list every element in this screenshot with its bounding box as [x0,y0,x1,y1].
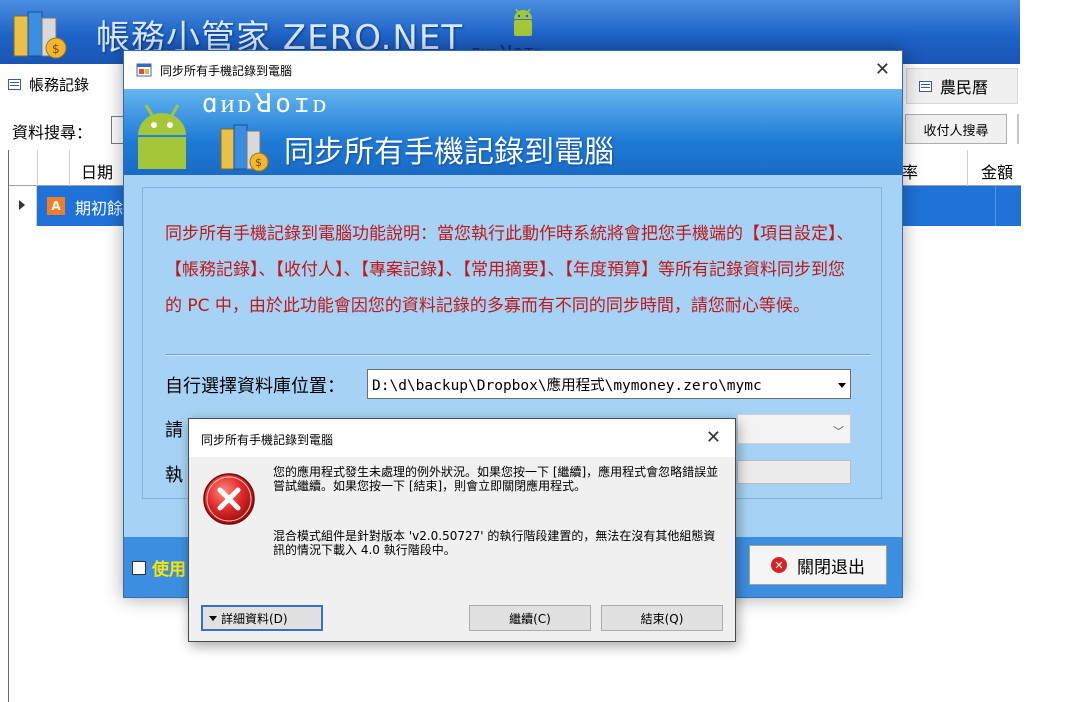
svg-text:$: $ [52,42,60,56]
books-logo-icon: $ [220,124,269,172]
execution-label: 執 [165,465,183,486]
row-type-badge: A [47,197,65,215]
error-dialog-titlebar[interactable]: 同步所有手機記錄到電腦 ✕ [189,419,735,457]
db-location-label: 自行選擇資料庫位置： [165,376,345,397]
android-icon [514,8,532,36]
db-path-value: D:\d\backup\Dropbox\應用程式\mymoney.zero\my… [372,377,762,394]
close-exit-button[interactable]: ✕ 關閉退出 [749,545,887,585]
sync-description: 同步所有手機記錄到電腦功能說明：當您執行此動作時系統將會把您手機端的【項目設定】… [165,224,854,316]
error-dialog-title: 同步所有手機記錄到電腦 [201,433,334,447]
column-divider [69,150,70,186]
db-location-combobox[interactable]: D:\d\backup\Dropbox\應用程式\mymoney.zero\my… [367,369,851,399]
error-message-detail: 混合模式組件是針對版本 'v2.0.50727' 的執行階段建置的，無法在沒有其… [273,529,716,557]
use-checkbox-label: 使用 [152,560,186,580]
close-icon[interactable]: ✕ [706,427,721,448]
divider [165,354,871,356]
table-icon [919,80,932,92]
chevron-down-icon [209,615,217,621]
android-robot-icon [138,104,186,169]
sync-dialog-title: 同步所有手機記錄到電腦 [160,63,293,78]
dropdown-arrow-icon[interactable] [838,383,846,388]
column-divider [995,186,996,226]
sync-dialog-titlebar[interactable]: 同步所有手機記錄到電腦 ✕ [124,51,902,89]
search-label: 資料搜尋： [12,123,93,142]
tab-label: 農民曆 [940,78,989,97]
error-dialog: 同步所有手機記錄到電腦 ✕ 您的應用程式發生未處理的例外狀況。如果您按一下 [繼… [188,418,736,642]
request-label: 請 [165,420,183,441]
close-icon[interactable]: ✕ [875,59,890,80]
close-exit-label: 關閉退出 [797,557,865,578]
books-logo-icon: $ [13,11,67,59]
use-checkbox[interactable] [132,560,146,575]
current-row-arrow-icon [19,200,25,210]
quit-button[interactable]: 結束(Q) [601,605,723,631]
table-icon [8,78,21,90]
details-label: 詳細資料(D) [221,611,288,626]
column-header-amount[interactable]: 金額 [981,159,1013,183]
error-icon [203,473,255,525]
column-divider [37,150,38,186]
android-wordmark: ɑᴎᴅꓤoɪᴅ [202,89,330,119]
use-option[interactable]: 使用 [132,555,186,580]
progress-bar [737,460,851,484]
close-circle-icon: ✕ [771,557,787,573]
details-button[interactable]: 詳細資料(D) [201,605,323,631]
column-header-date[interactable]: 日期 [81,159,113,183]
row-date-cell: 期初餘 [75,199,124,218]
chevron-down-icon: ﹀ [833,425,844,438]
row-indicator [9,186,37,226]
column-divider [967,150,968,186]
tab-label: 帳務記錄 [29,75,90,94]
app-window-icon [136,63,152,77]
payee-search-button[interactable]: 收付人搜尋 [905,114,1007,144]
tab-accounting-records[interactable]: 帳務記錄 [0,64,126,104]
column-header-rate[interactable]: 率 [902,159,918,183]
request-select[interactable]: ﹀ [737,414,851,444]
svg-text:$: $ [255,156,262,169]
continue-button[interactable]: 繼續(C) [469,605,591,631]
sync-dialog-banner: ɑᴎᴅꓤoɪᴅ $ 同步所有手機記錄到電腦 [124,89,902,175]
tab-farmer-calendar[interactable]: 農民曆 [906,68,1018,104]
toolbar-divider [1017,114,1019,144]
sync-banner-title: 同步所有手機記錄到電腦 [284,135,614,170]
error-message-primary: 您的應用程式發生未處理的例外狀況。如果您按一下 [繼續]，應用程式會忽略錯誤並嘗… [273,465,719,493]
